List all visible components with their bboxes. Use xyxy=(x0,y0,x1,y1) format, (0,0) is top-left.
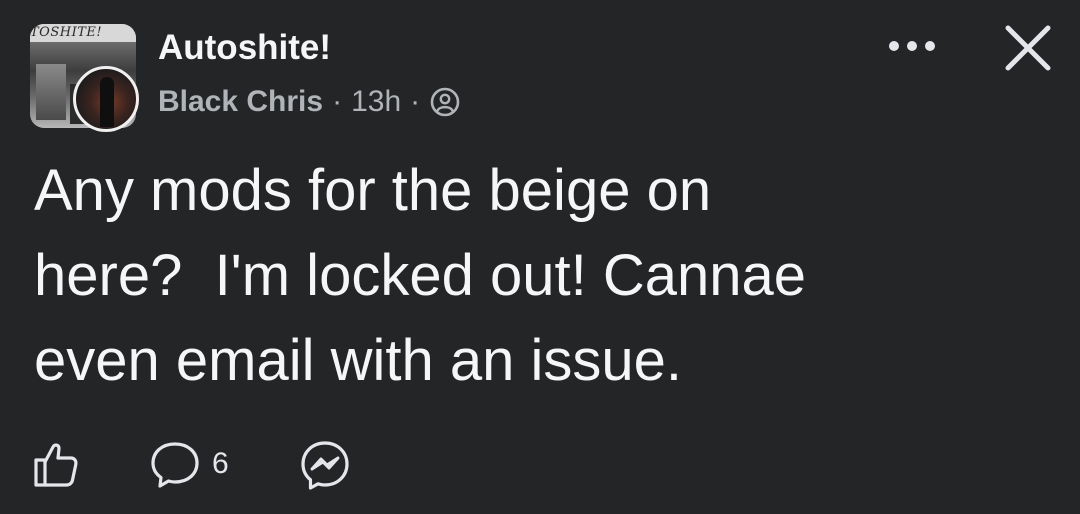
comment-bubble-icon xyxy=(151,442,199,488)
post-text: Any mods for the beige on here? I'm lock… xyxy=(34,158,806,393)
post-card: TOSHITE! Autoshite! Black Chris · 13h · … xyxy=(0,0,1080,514)
author-avatar-figure xyxy=(100,77,114,127)
post-meta: Black Chris · 13h · xyxy=(158,82,461,122)
like-button[interactable] xyxy=(30,438,82,490)
more-horizontal-icon-dot xyxy=(925,41,935,51)
group-avatar-banner: TOSHITE! xyxy=(30,24,136,42)
more-horizontal-icon xyxy=(889,41,899,51)
group-members-icon[interactable] xyxy=(429,86,461,118)
author-name[interactable]: Black Chris xyxy=(158,85,323,119)
send-in-messenger-button[interactable] xyxy=(298,438,352,492)
messenger-icon xyxy=(301,441,349,490)
comment-button[interactable]: 6 xyxy=(148,438,229,490)
post-timestamp[interactable]: 13h xyxy=(351,85,401,119)
author-avatar[interactable] xyxy=(73,66,139,132)
close-icon xyxy=(1005,25,1051,71)
comment-count: 6 xyxy=(212,447,229,480)
more-options-button[interactable] xyxy=(880,26,944,66)
thumbs-up-icon xyxy=(34,443,78,487)
group-avatar-scene xyxy=(36,64,66,120)
meta-separator: · xyxy=(332,85,343,118)
close-button[interactable] xyxy=(1000,20,1056,76)
group-name[interactable]: Autoshite! xyxy=(158,27,331,69)
meta-separator: · xyxy=(410,85,421,118)
more-horizontal-icon-dot xyxy=(907,41,917,51)
